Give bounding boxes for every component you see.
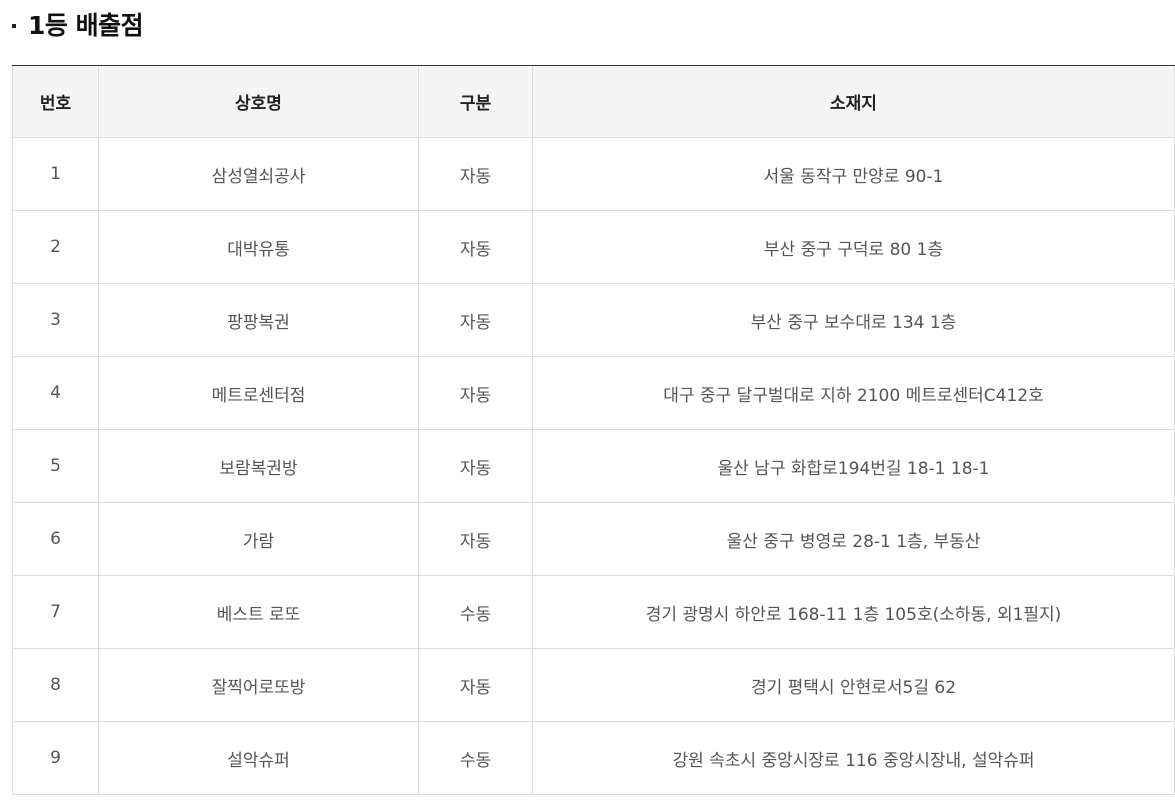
cell-address: 경기 평택시 안현로서5길 62 (532, 648, 1175, 722)
cell-address: 대구 중구 달구벌대로 지하 2100 메트로센터C412호 (532, 356, 1175, 430)
cell-address: 강원 속초시 중앙시장로 116 중앙시장내, 설악슈퍼 (532, 721, 1175, 795)
section-title: 1등 배출점 (28, 11, 144, 40)
header-type: 구분 (418, 65, 533, 138)
cell-address: 경기 광명시 하안로 168-11 1층 105호(소하동, 외1필지) (532, 575, 1175, 649)
cell-name: 삼성열쇠공사 (98, 137, 419, 211)
cell-name: 설악슈퍼 (98, 721, 419, 795)
cell-name: 대박유통 (98, 210, 419, 284)
cell-no: 6 (12, 502, 99, 576)
cell-address: 서울 동작구 만양로 90-1 (532, 137, 1175, 211)
cell-no: 3 (12, 283, 99, 357)
table-header-row: 번호 상호명 구분 소재지 (12, 65, 1175, 138)
table-row: 1 삼성열쇠공사 자동 서울 동작구 만양로 90-1 (12, 137, 1175, 211)
section-heading: 1등 배출점 (12, 6, 144, 42)
cell-no: 8 (12, 648, 99, 722)
cell-address: 울산 중구 병영로 28-1 1층, 부동산 (532, 502, 1175, 576)
cell-type: 자동 (418, 502, 533, 576)
table-row: 6 가람 자동 울산 중구 병영로 28-1 1층, 부동산 (12, 502, 1175, 576)
cell-name: 베스트 로또 (98, 575, 419, 649)
table-row: 5 보람복권방 자동 울산 남구 화합로194번길 18-1 18-1 (12, 429, 1175, 503)
cell-name: 보람복권방 (98, 429, 419, 503)
cell-no: 2 (12, 210, 99, 284)
cell-name: 메트로센터점 (98, 356, 419, 430)
header-name: 상호명 (98, 65, 419, 138)
cell-type: 자동 (418, 137, 533, 211)
cell-name: 잘찍어로또방 (98, 648, 419, 722)
table-row: 9 설악슈퍼 수동 강원 속초시 중앙시장로 116 중앙시장내, 설악슈퍼 (12, 721, 1175, 795)
cell-name: 가람 (98, 502, 419, 576)
bullet-icon (12, 24, 16, 28)
cell-type: 자동 (418, 356, 533, 430)
cell-type: 자동 (418, 648, 533, 722)
header-no: 번호 (12, 65, 99, 138)
table-row: 3 팡팡복권 자동 부산 중구 보수대로 134 1층 (12, 283, 1175, 357)
cell-address: 부산 중구 보수대로 134 1층 (532, 283, 1175, 357)
cell-no: 1 (12, 137, 99, 211)
cell-no: 9 (12, 721, 99, 795)
cell-no: 4 (12, 356, 99, 430)
cell-no: 5 (12, 429, 99, 503)
cell-type: 자동 (418, 283, 533, 357)
page: 1등 배출점 번호 상호명 구분 소재지 1 삼성열쇠공사 자동 서울 동작구 (0, 0, 1175, 806)
header-address: 소재지 (532, 65, 1175, 138)
cell-address: 울산 남구 화합로194번길 18-1 18-1 (532, 429, 1175, 503)
table-row: 2 대박유통 자동 부산 중구 구덕로 80 1층 (12, 210, 1175, 284)
cell-no: 7 (12, 575, 99, 649)
cell-address: 부산 중구 구덕로 80 1층 (532, 210, 1175, 284)
cell-type: 자동 (418, 210, 533, 284)
table-body: 1 삼성열쇠공사 자동 서울 동작구 만양로 90-1 2 대박유통 자동 부산… (12, 137, 1175, 795)
table-row: 7 베스트 로또 수동 경기 광명시 하안로 168-11 1층 105호(소하… (12, 575, 1175, 649)
table-row: 4 메트로센터점 자동 대구 중구 달구벌대로 지하 2100 메트로센터C41… (12, 356, 1175, 430)
cell-type: 수동 (418, 575, 533, 649)
winning-stores-table: 번호 상호명 구분 소재지 1 삼성열쇠공사 자동 서울 동작구 만양로 90-… (12, 65, 1175, 795)
cell-type: 수동 (418, 721, 533, 795)
cell-name: 팡팡복권 (98, 283, 419, 357)
cell-type: 자동 (418, 429, 533, 503)
table-row: 8 잘찍어로또방 자동 경기 평택시 안현로서5길 62 (12, 648, 1175, 722)
